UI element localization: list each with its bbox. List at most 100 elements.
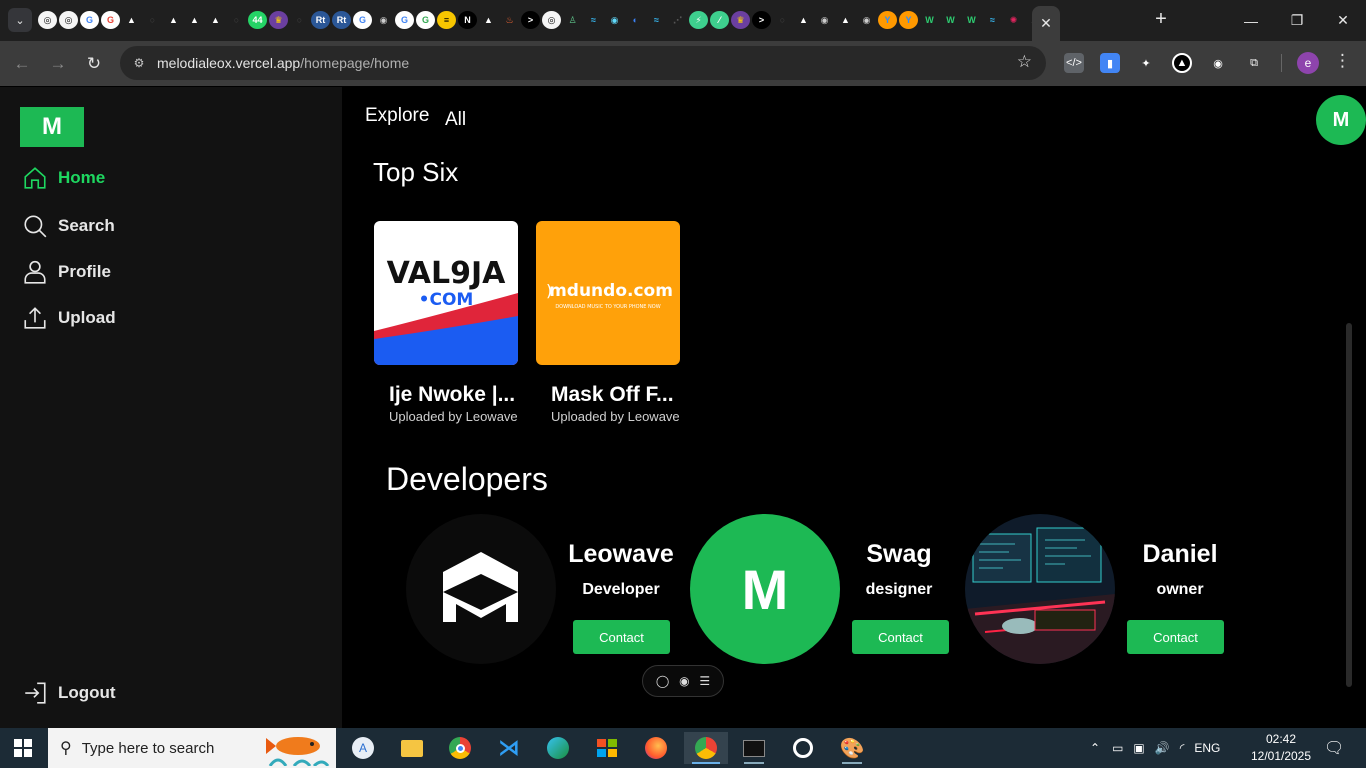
tab-favicon[interactable]: ▲ <box>164 11 183 29</box>
taskbar-app-obs[interactable] <box>783 732 823 764</box>
profile-avatar[interactable]: e <box>1297 52 1319 74</box>
tab-favicon[interactable]: ≈ <box>983 11 1002 29</box>
taskbar-app-assistant[interactable]: A <box>343 732 383 764</box>
comment-icon[interactable]: ◯ <box>656 674 669 688</box>
tab-favicon[interactable]: N <box>458 11 477 29</box>
song-card[interactable]: mdundo.com DOWNLOAD MUSIC TO YOUR PHONE … <box>536 221 696 424</box>
tab-favicon[interactable]: ▲ <box>836 11 855 29</box>
vercel-ext-icon[interactable]: ▲ <box>1172 53 1192 73</box>
battery-icon[interactable]: ▭ <box>1112 741 1123 755</box>
network-icon[interactable]: ◜ <box>1180 741 1185 755</box>
tab-favicon[interactable]: ◉ <box>605 11 624 29</box>
list-icon[interactable]: ☰ <box>699 674 710 688</box>
tab-favicon[interactable]: ♛ <box>731 11 750 29</box>
taskbar-app-terminal[interactable] <box>734 732 774 764</box>
puzzle-ext-icon[interactable]: ⧉ <box>1244 53 1264 73</box>
taskbar-app-vscode[interactable]: ⋊ <box>489 732 529 764</box>
tab-favicon[interactable]: ▲ <box>479 11 498 29</box>
tab-favicon[interactable]: 44 <box>248 11 267 29</box>
tab-favicon[interactable]: ○ <box>143 11 162 29</box>
user-avatar[interactable]: M <box>1316 95 1366 145</box>
taskbar-app-paint[interactable]: 🎨 <box>832 732 872 764</box>
tab-favicon[interactable]: G <box>101 11 120 29</box>
contact-button[interactable]: Contact <box>1127 620 1224 654</box>
tab-favicon[interactable]: W <box>962 11 981 29</box>
tab-favicon[interactable]: ▲ <box>122 11 141 29</box>
language-indicator[interactable]: ENG <box>1194 741 1220 755</box>
taskbar-search-box[interactable]: ⚲ Type here to search <box>48 728 336 768</box>
reload-button[interactable]: ↻ <box>81 51 107 77</box>
tab-favicon[interactable]: Rt <box>311 11 330 29</box>
tab-favicon[interactable]: ≈ <box>647 11 666 29</box>
tab-favicon[interactable]: ◐ <box>626 11 645 29</box>
tab-favicon[interactable]: ◎ <box>59 11 78 29</box>
close-window-button[interactable]: ✕ <box>1320 0 1366 41</box>
restore-button[interactable]: ❐ <box>1274 0 1320 41</box>
address-bar[interactable]: ⚙ melodialeox.vercel.app/homepage/home ☆ <box>120 46 1046 80</box>
contact-button[interactable]: Contact <box>573 620 670 654</box>
tab-favicon[interactable]: ○ <box>290 11 309 29</box>
taskbar-app-explorer[interactable] <box>392 732 432 764</box>
tab-favicon[interactable]: G <box>395 11 414 29</box>
taskbar-app-chrome-profile[interactable] <box>684 732 728 764</box>
camera-ext-icon[interactable]: ◉ <box>1208 53 1228 73</box>
tab-favicon[interactable]: Y <box>878 11 897 29</box>
site-settings-icon[interactable]: ⚙ <box>130 54 148 72</box>
tab-favicon[interactable]: ○ <box>227 11 246 29</box>
system-clock[interactable]: 02:42 12/01/2025 <box>1246 731 1316 765</box>
eye-icon[interactable]: ◉ <box>679 674 689 688</box>
tab-favicon[interactable]: ○ <box>773 11 792 29</box>
nav-search[interactable]: Search <box>22 213 115 239</box>
color-ext-icon[interactable]: ✦ <box>1136 53 1156 73</box>
windows-start-icon[interactable] <box>14 739 32 757</box>
tab-favicon[interactable]: G <box>416 11 435 29</box>
tab-favicon[interactable]: ▲ <box>794 11 813 29</box>
tab-favicon[interactable]: W <box>941 11 960 29</box>
tab-favicon[interactable]: ⁄ <box>710 11 729 29</box>
nav-upload[interactable]: Upload <box>22 305 116 331</box>
tab-favicon[interactable]: ▲ <box>185 11 204 29</box>
tab-favicon[interactable]: > <box>752 11 771 29</box>
tab-favicon[interactable]: Y <box>899 11 918 29</box>
tab-search-button[interactable]: ⌄ <box>8 8 32 32</box>
filter-all[interactable]: All <box>445 109 466 131</box>
kebab-menu-icon[interactable]: ⋮ <box>1334 51 1351 71</box>
contact-button[interactable]: Contact <box>852 620 949 654</box>
bookmark-star-icon[interactable]: ☆ <box>1017 52 1032 72</box>
tab-favicon[interactable]: ◎ <box>38 11 57 29</box>
active-tab-close[interactable]: ✕ <box>1032 6 1060 41</box>
forward-button[interactable]: → <box>45 51 71 77</box>
tab-favicon[interactable]: ≈ <box>584 11 603 29</box>
minimize-button[interactable]: — <box>1228 0 1274 41</box>
scrollbar[interactable] <box>1346 323 1352 687</box>
devtools-ext-icon[interactable]: </> <box>1064 53 1084 73</box>
chevron-up-icon[interactable]: ⌃ <box>1090 741 1100 755</box>
tab-favicon[interactable]: G <box>80 11 99 29</box>
taskbar-app-edge[interactable] <box>538 732 578 764</box>
nav-home[interactable]: Home <box>22 165 105 191</box>
volume-icon[interactable]: 🔊 <box>1155 741 1170 755</box>
tab-favicon[interactable]: ◉ <box>374 11 393 29</box>
song-cover-mdundo[interactable]: mdundo.com DOWNLOAD MUSIC TO YOUR PHONE … <box>536 221 680 365</box>
new-tab-button[interactable]: + <box>1150 8 1172 30</box>
tab-favicon[interactable]: ◎ <box>542 11 561 29</box>
tab-favicon[interactable]: G <box>353 11 372 29</box>
tab-favicon[interactable]: ≡ <box>437 11 456 29</box>
tab-favicon[interactable]: ⋰ <box>668 11 687 29</box>
tab-favicon[interactable]: ⚡ <box>689 11 708 29</box>
song-cover-val9ja[interactable]: VAL9JA •COM <box>374 221 518 365</box>
tab-favicon[interactable]: > <box>521 11 540 29</box>
taskbar-app-store[interactable] <box>587 732 627 764</box>
taskbar-app-firefox[interactable] <box>636 732 676 764</box>
notification-button[interactable]: 🗨 <box>1324 728 1344 768</box>
song-card[interactable]: VAL9JA •COM Ije Nwoke |... Uploaded by L… <box>374 221 534 424</box>
tab-favicon[interactable]: ◉ <box>815 11 834 29</box>
tab-favicon[interactable]: ✺ <box>1004 11 1023 29</box>
tab-favicon[interactable]: ♨ <box>500 11 519 29</box>
tab-favicon[interactable]: ▲ <box>206 11 225 29</box>
logout-button[interactable]: Logout <box>22 680 116 706</box>
tab-favicon[interactable]: ♙ <box>563 11 582 29</box>
nav-profile[interactable]: Profile <box>22 259 111 285</box>
back-button[interactable]: ← <box>9 51 35 77</box>
tab-favicon[interactable]: Rt <box>332 11 351 29</box>
